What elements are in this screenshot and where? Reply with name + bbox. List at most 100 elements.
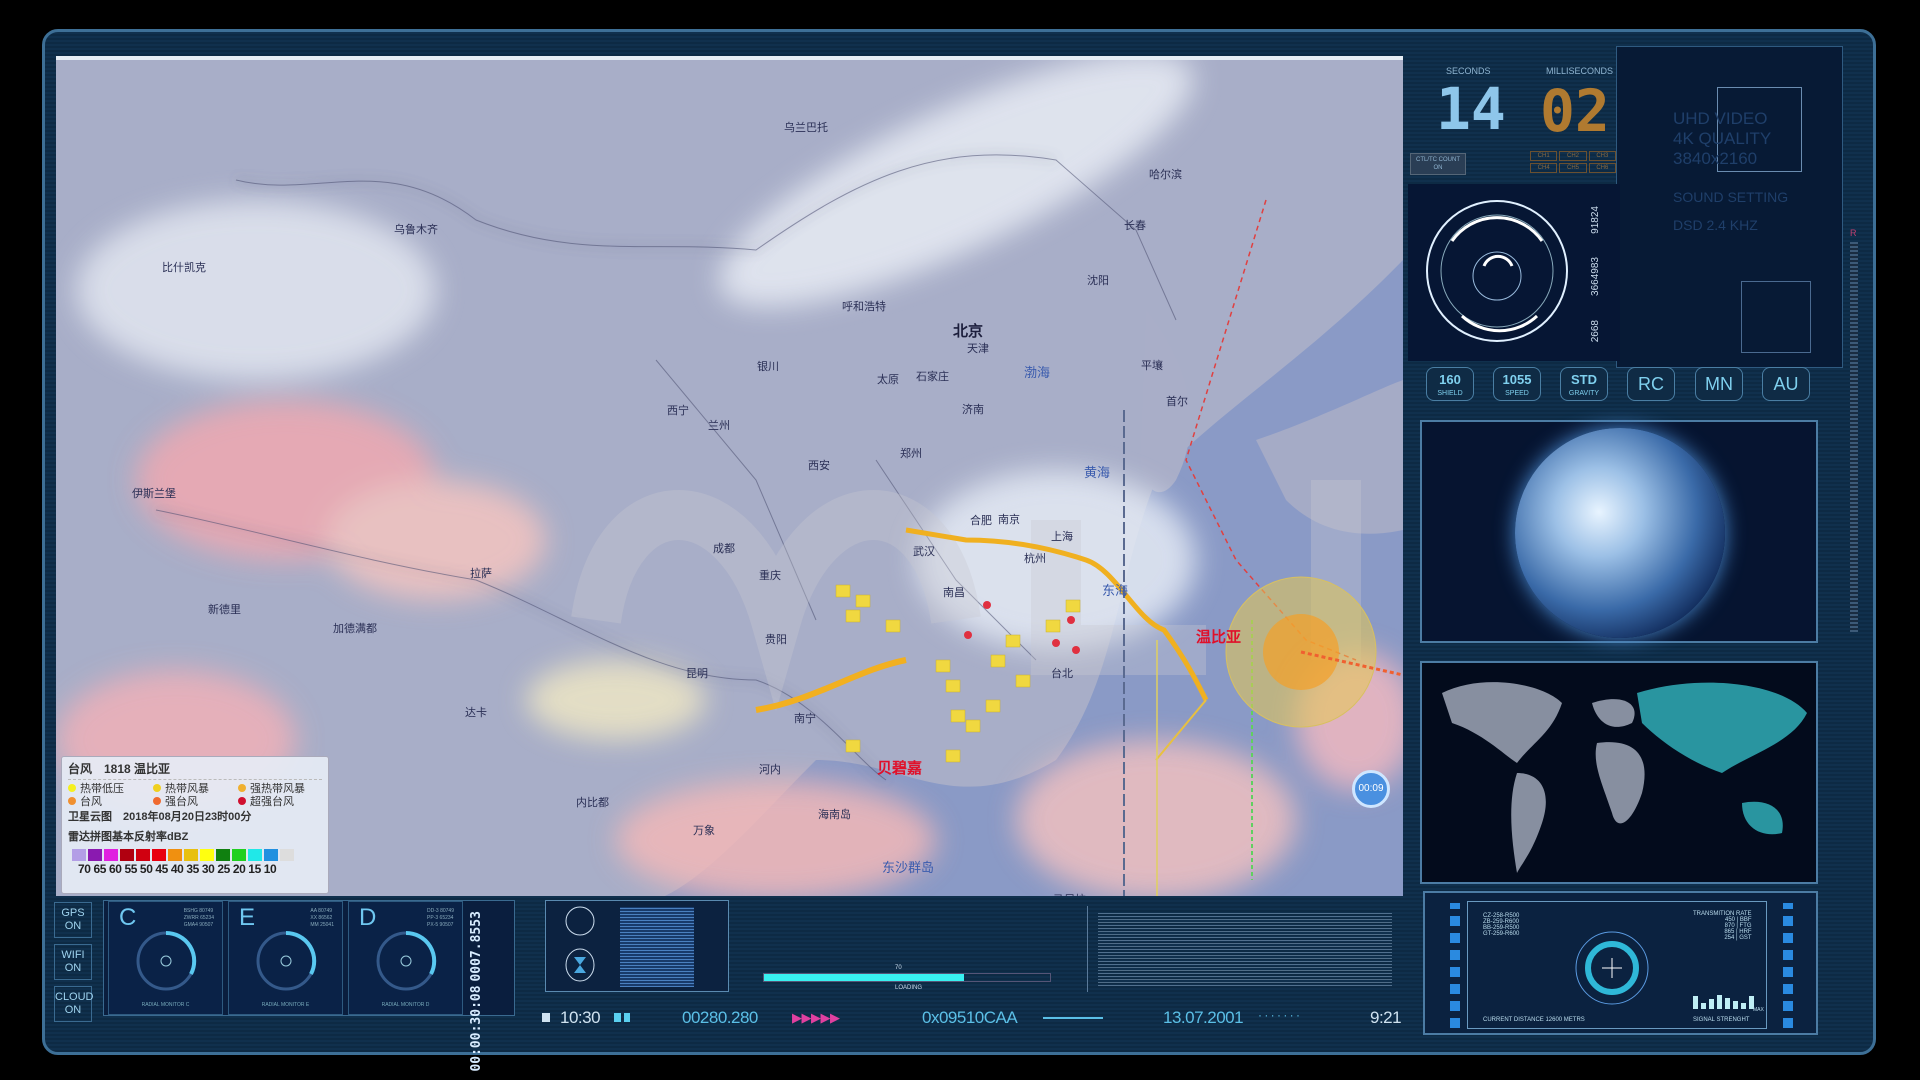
control-button-rc[interactable]: RC [1627,367,1675,401]
status-hex: 0x09510CAA [922,1008,1018,1027]
control-button-mn[interactable]: MN [1695,367,1743,401]
legend-dot-icon [153,797,161,805]
signal-bar [1701,1002,1706,1009]
scale-swatch [72,849,86,861]
nav-code: GT-259-R600 [1483,931,1520,937]
signal-max: MAX [1753,1007,1764,1013]
channel-button[interactable]: CH2 [1559,151,1587,161]
legend-item: 超强台风 [238,796,323,809]
ms-label: MILLISECONDS [1546,66,1614,76]
typhoon-label[interactable]: 温比亚 [1196,626,1241,647]
city-label: 加德满都 [333,623,377,635]
sea-label: 东沙群岛 [882,860,935,875]
meter-label: R [1850,228,1857,238]
city-label: 内比都 [576,797,609,809]
play-arrows-icon[interactable]: ▶▶▶▶▶ [792,1010,840,1026]
readout: 3664983 [1590,257,1601,297]
button-label: GRAVITY [1568,390,1600,397]
timer-panel: SECONDS MILLISECONDS 14 02 CTL/TC COUNT … [1408,61,1616,179]
scale-swatch [104,849,118,861]
control-button-1055[interactable]: 1055 SPEED [1493,367,1541,401]
sea-label: 东海 [1102,583,1129,598]
city-label: 济南 [962,404,984,416]
channel-button[interactable]: CH4 [1530,163,1558,173]
city-label: 合肥 [970,515,992,527]
video-text: UHD VIDEO 4K QUALITY 3840x2160 SOUND SET… [1673,109,1788,235]
city-label: 海南岛 [818,809,851,821]
channel-button[interactable]: CH5 [1559,163,1587,173]
legend-item: 热带风暴 [153,783,238,796]
count-button[interactable]: CTL/TC COUNT ON [1410,153,1466,175]
city-label: 马尼拉 [1053,891,1086,896]
dots-icon: · · · · · · · [1258,1008,1300,1022]
legend-title: 台风 1818 温比亚 [68,762,322,780]
status-square-icon [542,1013,550,1022]
radial-monitor-d[interactable]: D DD-3 80749 PP-3 65234 PX-5 90507 RADIAL MO… [348,901,463,1015]
vertical-readout: 00:00:30:08 [469,985,484,1072]
city-label: 沈阳 [1087,275,1109,287]
loading-value: 70 [895,965,902,971]
control-button-std[interactable]: STD GRAVITY [1560,367,1608,401]
city-label: 西宁 [667,405,689,417]
side-button-label: GPS [61,907,85,919]
city-label: 太原 [877,374,899,386]
crosshair-icon[interactable] [1575,931,1649,1005]
radial-monitor-c[interactable]: C BSHG 80749 ZWRR 65234 GMA4 90507 RADIAL MO… [108,901,223,1015]
city-label: 平壤 [1141,360,1163,372]
nav-codes: CZ-258-R500 ZB-259-R600 BB-259-R500 GT-259-… [1483,913,1519,937]
side-button-state: ON [64,1004,82,1016]
scale-swatch [152,849,166,861]
city-label: 西安 [808,460,830,472]
stat-line: DD-3 80749 [427,908,454,914]
signal-label: SIGNAL STRENGHT [1693,1017,1750,1023]
legend-dot-icon [68,784,76,792]
city-label: 万象 [693,825,715,837]
channel-button[interactable]: CH3 [1588,151,1616,161]
readout: 2668 [1590,319,1601,343]
control-button-160[interactable]: 160 SHIELD [1426,367,1474,401]
city-label: 拉萨 [470,568,492,580]
city-label: 北京 [953,323,984,340]
loading-bar [763,973,1051,982]
button-value: 1055 [1502,372,1532,387]
status-time: 10:30 [560,1008,601,1027]
level-meter [1850,242,1858,632]
city-label: 南昌 [943,587,965,599]
typhoon-label[interactable]: 贝碧嘉 [877,757,922,778]
city-label: 上海 [1051,531,1073,543]
vertical-readout: 0007.8553 [469,911,484,982]
channel-button[interactable]: CH6 [1588,163,1616,173]
status-end: 9:21 [1370,1008,1402,1027]
satellite-time: 卫星云图 2018年08月20日23时00分 [68,811,252,823]
channel-button[interactable]: CH1 [1530,151,1558,161]
monitor-footer: RADIAL MONITOR E [261,1002,310,1008]
sea-label: 渤海 [1024,365,1051,380]
side-button-label: WIFI [61,949,85,961]
city-label: 长春 [1124,220,1146,232]
button-label: SHIELD [1437,390,1463,397]
side-button-wifi[interactable]: WIFI ON [54,944,92,980]
control-button-au[interactable]: AU [1762,367,1810,401]
side-button-gps[interactable]: GPS ON [54,902,92,938]
city-label: 贵阳 [765,634,787,646]
city-label: 郑州 [900,448,922,460]
timer-badge[interactable]: 00:09 [1352,770,1390,808]
hourglass-icon [565,906,595,982]
radar-panel: 91824 3664983 2668 [1408,184,1620,361]
video-line: DSD 2.4 KHZ [1673,217,1758,233]
scale-swatch [200,849,214,861]
city-label: 银川 [757,361,779,373]
side-button-cloud[interactable]: CLOUD ON [54,986,94,1022]
divider [1043,1017,1103,1019]
rate-item: 254 | GST [1724,935,1752,941]
weather-map[interactable]: 乌兰巴托 哈尔滨 乌鲁木齐 比什凯克 长春 沈阳 呼和浩特 北京 天津 银川 太原 石家庄 平壤 首尔 西宁… [56,56,1403,896]
signal-bar [1693,996,1698,1009]
scale-swatch [88,849,102,861]
world-map-panel [1420,661,1818,884]
legend-item: 强热带风暴 [238,783,323,796]
frame-box [1741,281,1811,353]
radial-monitor-e[interactable]: E AA 80749 XX 86562 MM 25041 RADIAL MONITOR … [228,901,343,1015]
radar-title: 雷达拼图基本反射率dBZ [68,831,189,843]
vertical-counters: 00:00:30:08 0007.8553 [469,911,484,1072]
radial-gauge-icon [136,930,197,991]
